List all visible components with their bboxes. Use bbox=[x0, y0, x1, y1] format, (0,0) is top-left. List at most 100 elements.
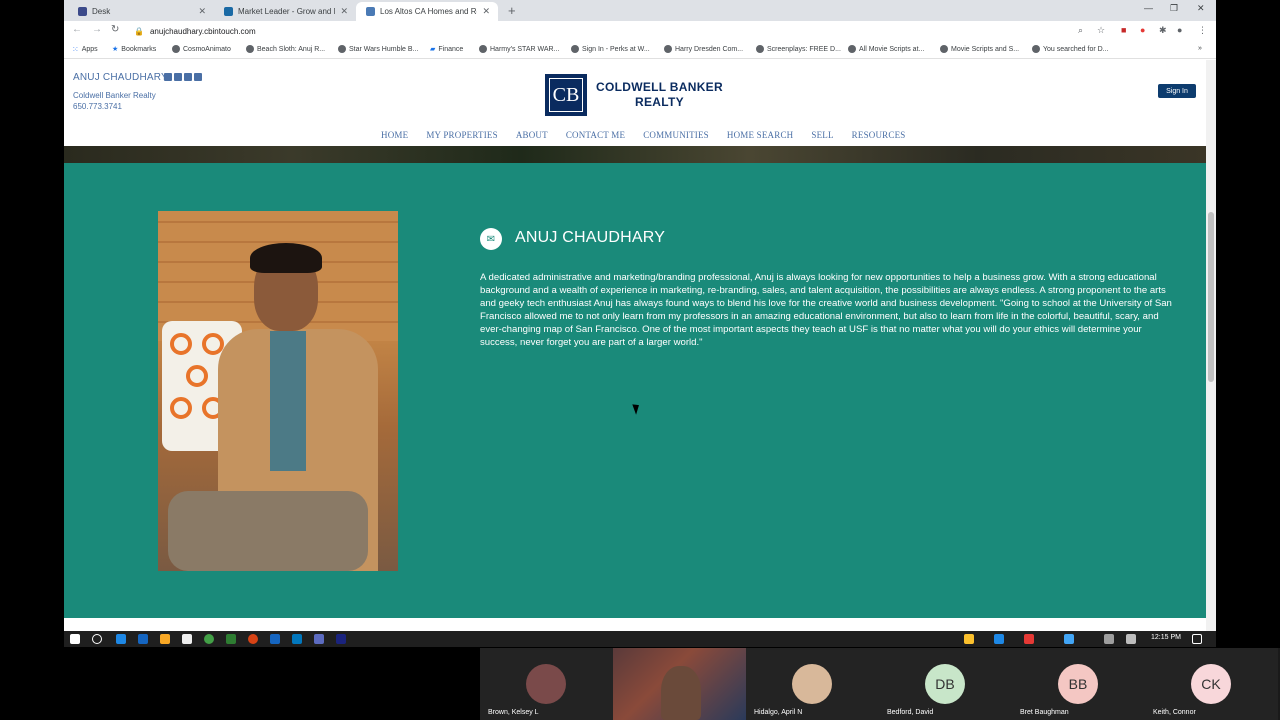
bookmark-item[interactable]: Star Wars Humble B... bbox=[338, 45, 418, 53]
excel-icon[interactable] bbox=[226, 634, 236, 644]
browser-window: Desk ✕ Market Leader - Grow and Mana ✕ L… bbox=[64, 0, 1216, 631]
bookmark-item[interactable]: CosmoAnimato bbox=[172, 45, 231, 53]
store-icon[interactable] bbox=[182, 634, 192, 644]
menu-icon[interactable]: ⋮ bbox=[1198, 25, 1207, 36]
tab-favicon-icon bbox=[224, 7, 233, 16]
profile-avatar-icon[interactable]: ● bbox=[1177, 25, 1182, 35]
restore-icon[interactable]: ❐ bbox=[1170, 3, 1178, 14]
sign-in-button[interactable]: Sign In bbox=[1158, 84, 1196, 98]
chrome-icon[interactable] bbox=[204, 634, 214, 644]
nav-home-search[interactable]: HOME SEARCH bbox=[727, 130, 793, 140]
globe-icon bbox=[1032, 45, 1040, 53]
search-icon[interactable] bbox=[92, 634, 102, 644]
participant-tile[interactable]: Brown, Kelsey L bbox=[480, 648, 613, 720]
outlook-icon[interactable] bbox=[292, 634, 302, 644]
globe-icon bbox=[338, 45, 346, 53]
address-bar[interactable]: 🔒 anujchaudhary.cbintouch.com bbox=[134, 24, 1104, 39]
mail-icon[interactable]: ✉ bbox=[480, 228, 502, 250]
bookmark-item[interactable]: Harmy's STAR WAR... bbox=[479, 45, 559, 53]
video-call-strip: Brown, Kelsey L Hidalgo, April N DB Bedf… bbox=[480, 648, 1280, 720]
participant-name: Keith, Connor bbox=[1153, 709, 1196, 716]
bookmark-apps[interactable]: ⁙ Apps bbox=[72, 45, 98, 54]
tray-mail-icon[interactable] bbox=[964, 634, 974, 644]
back-icon[interactable]: ← bbox=[72, 24, 82, 35]
file-explorer-icon[interactable] bbox=[160, 634, 170, 644]
bookmark-item[interactable]: Sign In - Perks at W... bbox=[571, 45, 650, 53]
bookmark-item[interactable]: Beach Sloth: Anuj R... bbox=[246, 45, 325, 53]
instagram-icon[interactable] bbox=[174, 73, 182, 81]
star-icon[interactable]: ☆ bbox=[1097, 25, 1105, 36]
participant-tile[interactable]: CK Keith, Connor bbox=[1145, 648, 1278, 720]
zoom-icon[interactable]: ⌕ bbox=[1078, 25, 1083, 36]
ie-icon[interactable] bbox=[138, 634, 148, 644]
bookmark-item[interactable]: Screenplays: FREE D... bbox=[756, 45, 841, 53]
close-tab-icon[interactable]: ✕ bbox=[482, 6, 490, 17]
tray-bluetooth-icon[interactable] bbox=[1064, 634, 1074, 644]
tab-los-altos[interactable]: Los Altos CA Homes and Real Est ✕ bbox=[356, 2, 498, 21]
agent-phone[interactable]: 650.773.3741 bbox=[73, 102, 122, 111]
bookmark-item[interactable]: All Movie Scripts at... bbox=[848, 45, 924, 53]
social-links bbox=[164, 73, 202, 81]
email-icon[interactable] bbox=[194, 73, 202, 81]
tray-wifi-icon[interactable] bbox=[1104, 634, 1114, 644]
nav-contact-me[interactable]: CONTACT ME bbox=[566, 130, 625, 140]
bookmark-item[interactable]: Movie Scripts and S... bbox=[940, 45, 1019, 53]
linkedin-icon[interactable] bbox=[164, 73, 172, 81]
nav-about[interactable]: ABOUT bbox=[516, 130, 548, 140]
agent-name[interactable]: ANUJ CHAUDHARY bbox=[73, 72, 168, 83]
extension-pdf-icon[interactable]: ■ bbox=[1121, 25, 1126, 35]
close-tab-icon[interactable]: ✕ bbox=[198, 6, 206, 17]
nav-resources[interactable]: RESOURCES bbox=[852, 130, 906, 140]
more-bookmarks-icon[interactable]: » bbox=[1198, 45, 1202, 52]
teams-icon[interactable] bbox=[314, 634, 324, 644]
globe-icon bbox=[940, 45, 948, 53]
app-icon[interactable] bbox=[336, 634, 346, 644]
scrollbar-thumb[interactable] bbox=[1208, 212, 1214, 382]
participant-tile[interactable]: BB Bret Baughman bbox=[1012, 648, 1145, 720]
hero-image-strip bbox=[64, 146, 1206, 163]
close-window-icon[interactable]: ✕ bbox=[1197, 3, 1205, 14]
tray-security-icon[interactable] bbox=[1024, 634, 1034, 644]
tab-market-leader[interactable]: Market Leader - Grow and Mana ✕ bbox=[214, 2, 356, 21]
coldwell-banker-logo-mark[interactable]: CB bbox=[545, 74, 587, 116]
agent-bio-section: ✉ ANUJ CHAUDHARY A dedicated administrat… bbox=[64, 163, 1206, 618]
participant-video bbox=[661, 666, 701, 720]
participant-tile[interactable]: DB Bedford, David bbox=[879, 648, 1012, 720]
tray-cloud-icon[interactable] bbox=[994, 634, 1004, 644]
minimize-icon[interactable]: — bbox=[1144, 3, 1153, 13]
bookmark-bookmarks[interactable]: ★ Bookmarks bbox=[112, 45, 156, 54]
nav-my-properties[interactable]: MY PROPERTIES bbox=[426, 130, 498, 140]
extension-opera-icon[interactable]: ● bbox=[1140, 25, 1145, 35]
reload-icon[interactable]: ↻ bbox=[111, 24, 119, 35]
facebook-icon[interactable] bbox=[184, 73, 192, 81]
notification-icon[interactable] bbox=[1192, 634, 1202, 644]
nav-communities[interactable]: COMMUNITIES bbox=[643, 130, 709, 140]
clock-time[interactable]: 12:15 PM bbox=[1151, 634, 1181, 641]
globe-icon bbox=[756, 45, 764, 53]
new-tab-icon[interactable]: + bbox=[508, 3, 516, 18]
nav-sell[interactable]: SELL bbox=[811, 130, 833, 140]
tab-favicon-icon bbox=[78, 7, 87, 16]
edge-icon[interactable] bbox=[116, 634, 126, 644]
participant-tile[interactable]: Hidalgo, April N bbox=[746, 648, 879, 720]
word-icon[interactable] bbox=[270, 634, 280, 644]
bookmark-item[interactable]: Harry Dresden Com... bbox=[664, 45, 743, 53]
tray-volume-icon[interactable] bbox=[1126, 634, 1136, 644]
forward-icon[interactable]: → bbox=[92, 24, 102, 35]
browser-toolbar: ← → ↻ 🔒 anujchaudhary.cbintouch.com ⌕ ☆ … bbox=[64, 21, 1216, 41]
powerpoint-icon[interactable] bbox=[248, 634, 258, 644]
folder-icon: ▰ bbox=[430, 46, 436, 53]
coldwell-banker-logo-text[interactable]: COLDWELL BANKER REALTY bbox=[596, 80, 723, 110]
participant-avatar: BB bbox=[1058, 664, 1098, 704]
page-scrollbar[interactable] bbox=[1206, 60, 1216, 631]
bookmark-item[interactable]: You searched for D... bbox=[1032, 45, 1109, 53]
nav-home[interactable]: HOME bbox=[381, 130, 408, 140]
extensions-icon[interactable]: ✱ bbox=[1159, 25, 1167, 36]
windows-start-icon[interactable] bbox=[70, 634, 80, 644]
participant-video-tile[interactable] bbox=[613, 648, 746, 720]
lock-icon: 🔒 bbox=[134, 27, 144, 36]
close-tab-icon[interactable]: ✕ bbox=[340, 6, 348, 17]
windows-taskbar: 12:15 PM bbox=[64, 631, 1216, 647]
bookmark-item[interactable]: ▰ Finance bbox=[430, 45, 463, 54]
tab-desk[interactable]: Desk ✕ bbox=[68, 2, 214, 21]
